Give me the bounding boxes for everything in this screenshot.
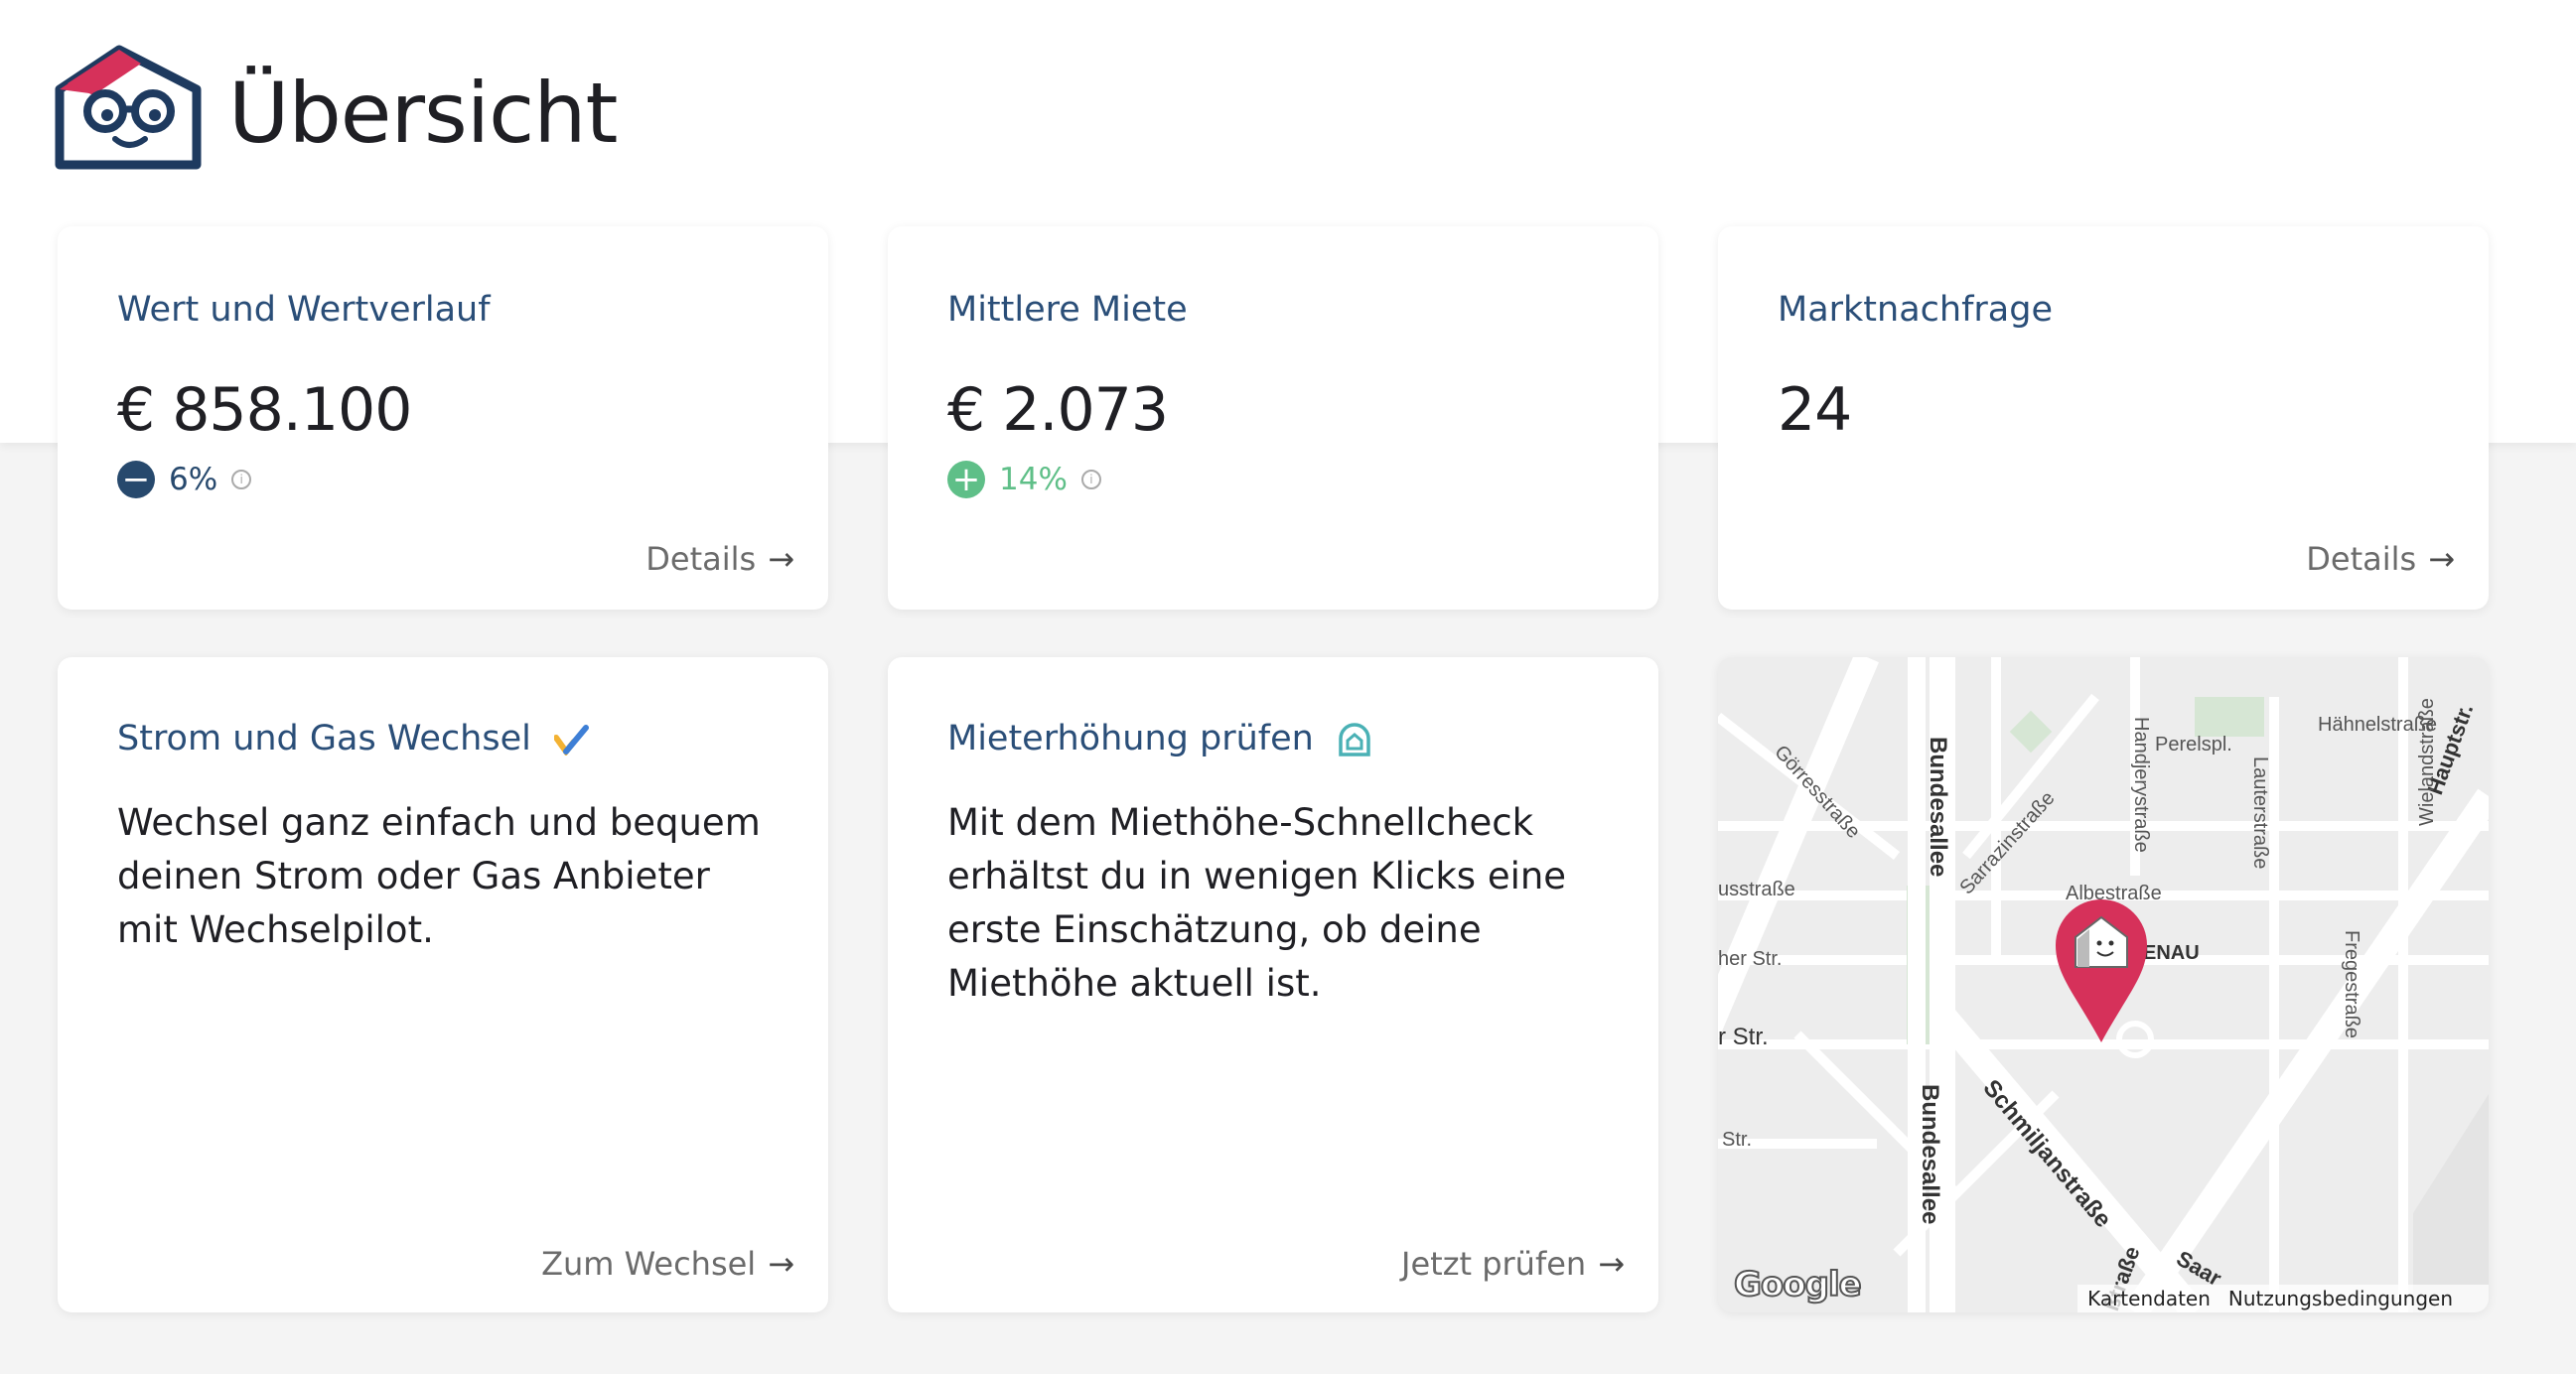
value-card[interactable]: Wert und Wertverlauf € 858.100 − 6% i De… [58,226,828,610]
rent-check-card[interactable]: Mieterhöhung prüfen Mit dem Miethöhe-Sch… [888,657,1658,1312]
house-logo-icon [55,45,202,170]
value-details-link[interactable]: Details → [645,540,794,578]
rent-check-card-text: Mit dem Miethöhe-Schnellcheck erhältst d… [947,801,1567,1005]
demand-card[interactable]: Marktnachfrage 24 Details → [1718,226,2489,610]
value-details-label: Details [645,540,757,578]
street-label: Lauterstraße [2249,756,2271,869]
demand-amount: 24 [1778,375,1852,445]
rent-card[interactable]: Mittlere Miete € 2.073 + 14% i [888,226,1658,610]
demand-card-title: Marktnachfrage [1778,290,2053,330]
energy-card-title-row: Strom und Gas Wechsel [117,719,590,758]
google-logo: Google [1733,1264,1863,1305]
rent-check-link-label: Jetzt prüfen [1401,1245,1587,1283]
street-label: Bundesallee [1925,737,1951,877]
info-icon[interactable]: i [1080,470,1101,489]
energy-card[interactable]: Strom und Gas Wechsel Wechsel ganz einfa… [58,657,828,1312]
energy-link-label: Zum Wechsel [541,1245,757,1283]
street-label: usstraße [1718,879,1795,900]
street-label: Perelspl. [2155,734,2232,756]
rent-check-card-title: Mieterhöhung prüfen [947,719,1314,758]
rent-change: + 14% i [947,461,1101,498]
arrow-right-icon: → [1598,1245,1625,1283]
energy-link[interactable]: Zum Wechsel → [541,1245,794,1283]
rent-change-percent: 14% [999,462,1068,497]
demand-details-link[interactable]: Details → [2306,540,2455,578]
value-change-percent: 6% [169,462,218,497]
rent-amount: € 2.073 [947,375,1169,445]
rent-check-title-row: Mieterhöhung prüfen [947,719,1372,758]
street-label: her Str. [1718,948,1782,970]
map-canvas[interactable]: Bundesallee Bundesallee Görresstraße Sar… [1718,657,2489,1312]
arrow-right-icon: → [768,540,794,578]
wechselpilot-check-icon [553,725,589,756]
house-badge-icon [1339,723,1370,756]
map-footer: Kartendaten Nutzungsbedingungen [2077,1285,2489,1312]
street-label: Str. [1722,1129,1752,1151]
street-label: Wielandstraße [2416,698,2438,826]
street-label: Bundesallee [1917,1084,1943,1224]
page-title: Übersicht [228,65,618,162]
street-label: ENAU [2143,942,2200,964]
demand-details-label: Details [2306,540,2417,578]
info-icon[interactable]: i [231,470,252,489]
street-label: Fregestraße [2341,930,2362,1038]
energy-card-title: Strom und Gas Wechsel [117,719,531,758]
value-change: − 6% i [117,461,252,498]
map-card[interactable]: Bundesallee Bundesallee Görresstraße Sar… [1718,657,2489,1312]
rent-check-link[interactable]: Jetzt prüfen → [1401,1245,1625,1283]
energy-card-text: Wechsel ganz einfach und bequem deinen S… [117,801,761,951]
value-amount: € 858.100 [117,375,412,445]
street-label: Handjerystraße [2130,717,2152,853]
rent-card-title: Mittlere Miete [947,290,1188,330]
arrow-right-icon: → [768,1245,794,1283]
street-label: r Str. [1718,1024,1769,1050]
plus-circle-icon: + [947,461,985,498]
arrow-right-icon: → [2428,540,2455,578]
value-card-title: Wert und Wertverlauf [117,290,491,330]
minus-circle-icon: − [117,461,155,498]
map-data-link[interactable]: Kartendaten [2087,1287,2211,1310]
map-terms-link[interactable]: Nutzungsbedingungen [2228,1287,2453,1310]
